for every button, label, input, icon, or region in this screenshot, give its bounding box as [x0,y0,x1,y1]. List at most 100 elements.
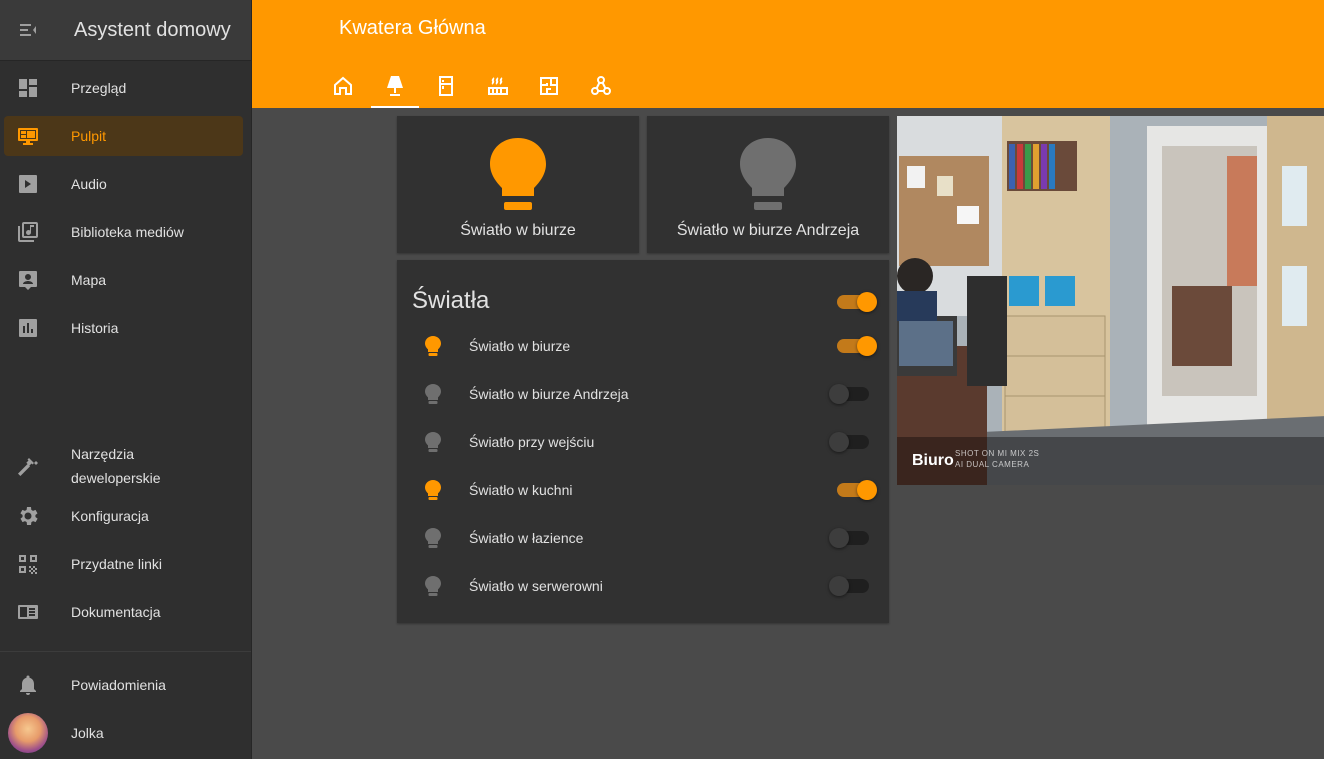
light-button-label: Światło w biurze Andrzeja [676,222,860,239]
light-button-label: Światło w biurze [460,222,576,239]
toggle-knob [857,336,877,356]
sidebar-item-label: Przydatne linki [71,556,163,572]
camera-card[interactable]: Biuro SHOT ON MI MIX 2S AI DUAL CAMERA [897,116,1324,485]
entity-toggle[interactable] [837,480,877,500]
chart-box-icon [4,316,52,340]
watermark-line2: AI DUAL CAMERA [955,460,1030,469]
entity-row: Światło w biurze [397,326,889,366]
entity-row: Światło w łazience [397,518,889,558]
menu-open-icon [20,24,36,36]
app-title: Asystent domowy [74,18,231,41]
camera-name: Biuro [912,452,954,469]
sidebar-item-label: Przegląd [71,80,127,96]
entity-toggle[interactable] [829,432,869,452]
sidebar-item-biblioteka[interactable]: Biblioteka mediów [4,212,243,252]
floor-plan-icon [540,77,558,95]
camera-watermark: SHOT ON MI MIX 2S AI DUAL CAMERA [955,448,1039,470]
lightbulb-icon [740,138,796,210]
camera-image [897,116,1324,485]
entity-name[interactable]: Światło przy wejściu [469,434,889,450]
sidebar-item-label: Mapa [71,272,107,288]
sidebar-item-label: Powiadomienia [71,677,166,693]
qrcode-icon [4,552,52,576]
entity-name[interactable]: Światło w kuchni [469,482,889,498]
hammer-icon [4,454,52,478]
lightbulb-icon[interactable] [397,528,469,548]
sidebar-item-label-line1: Narzędzia [71,446,135,462]
avatar-wrapper [4,713,52,753]
entity-toggle[interactable] [829,528,869,548]
account-box-icon [4,268,52,292]
entity-toggle[interactable] [829,576,869,596]
sidebar-item-label: Biblioteka mediów [71,224,184,240]
lightbulb-icon[interactable] [397,576,469,596]
sidebar-item-linki[interactable]: Przydatne linki [4,544,243,584]
sidebar-item-historia[interactable]: Historia [4,308,243,348]
watermark-line1: SHOT ON MI MIX 2S [955,449,1040,458]
toggle-all-lights[interactable] [837,292,877,312]
lightbulb-icon[interactable] [397,432,469,452]
light-button-card[interactable]: Światło w biurze Andrzeja [647,116,889,253]
library-music-icon [4,220,52,244]
bell-icon [4,673,52,697]
sidebar-item-audio[interactable]: Audio [4,164,243,204]
toolbar: Kwatera Główna [252,0,1324,108]
gear-icon [4,504,52,528]
fridge-icon [439,76,453,96]
sidebar-item-label: Dokumentacja [71,604,161,620]
tab-molecule[interactable] [577,64,625,108]
sidebar-item-label: Audio [71,176,107,192]
toggle-knob [829,384,849,404]
sidebar-header: Asystent domowy [0,0,251,61]
home-icon [334,76,352,95]
sidebar-item-konfiguracja[interactable]: Konfiguracja [4,496,243,536]
tab-lamp[interactable] [371,64,419,108]
sidebar-item-dokumentacja[interactable]: Dokumentacja [4,592,243,632]
entity-name[interactable]: Światło w łazience [469,530,889,546]
tab-home[interactable] [319,64,367,108]
sidebar: Asystent domowy Przegląd Pulpit Audio Bi… [0,0,252,759]
tab-radiator[interactable] [474,64,522,108]
sidebar-item-powiadomienia[interactable]: Powiadomienia [4,665,243,705]
monitor-dashboard-icon [4,124,52,148]
toggle-knob [829,576,849,596]
toggle-knob [829,432,849,452]
lamp-icon [387,76,403,96]
toggle-knob [829,528,849,548]
sidebar-item-przeglad[interactable]: Przegląd [4,68,243,108]
sidebar-item-mapa[interactable]: Mapa [4,260,243,300]
lightbulb-icon[interactable] [397,480,469,500]
sidebar-item-label-line2: deweloperskie [71,470,161,486]
sidebar-item-narzedzia[interactable]: Narzędzia deweloperskie [4,440,243,492]
avatar [8,713,48,753]
page-title: Kwatera Główna [339,17,486,39]
tab-fridge[interactable] [422,64,470,108]
entity-row: Światło w kuchni [397,470,889,510]
entity-row: Światło przy wejściu [397,422,889,462]
sidebar-item-label: Pulpit [71,128,107,144]
lights-card: Światła Światło w biurze Światło w biurz… [397,260,889,623]
entity-row: Światło w biurze Andrzeja [397,374,889,414]
toggle-knob [857,292,877,312]
molecule-icon [591,76,611,95]
entity-toggle[interactable] [829,384,869,404]
sidebar-divider [0,651,251,652]
entity-name[interactable]: Światło w biurze Andrzeja [469,386,889,402]
sidebar-item-user[interactable]: Jolka [4,713,243,753]
entity-name[interactable]: Światło w biurze [469,338,889,354]
sidebar-item-label: Narzędzia deweloperskie [71,442,161,490]
menu-toggle-button[interactable] [0,2,56,58]
lightbulb-icon[interactable] [397,336,469,356]
book-icon [4,600,52,624]
lightbulb-icon[interactable] [397,384,469,404]
light-button-card[interactable]: Światło w biurze [397,116,639,253]
sidebar-item-label: Jolka [71,725,104,741]
play-box-icon [4,172,52,196]
tab-floor-plan[interactable] [525,64,573,108]
dashboard-icon [4,76,52,100]
sidebar-item-pulpit[interactable]: Pulpit [4,116,243,156]
entity-toggle[interactable] [837,336,877,356]
entity-name[interactable]: Światło w serwerowni [469,578,889,594]
radiator-icon [488,77,508,95]
sidebar-item-label: Konfiguracja [71,508,149,524]
